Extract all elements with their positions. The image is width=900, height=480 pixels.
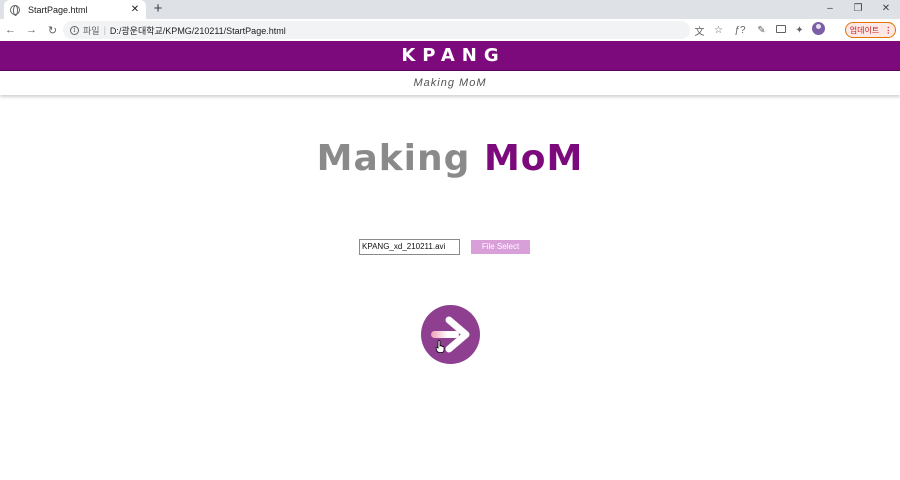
minimize-button[interactable]: –: [816, 0, 844, 19]
browser-tab-strip: StartPage.html ✕ + – ❐ ✕: [0, 0, 900, 19]
address-bar[interactable]: i 파일 | D:/광운대학교/KPMG/210211/StartPage.ht…: [63, 21, 690, 39]
toolbar-icons: 文 ☆ ƒ? ✎ ✦: [690, 21, 828, 39]
hero-title: Making MoM: [0, 138, 900, 179]
close-window-button[interactable]: ✕: [872, 0, 900, 19]
function-icon[interactable]: ƒ?: [728, 25, 752, 36]
arrow-right-icon: [431, 316, 470, 353]
next-button[interactable]: [421, 305, 480, 364]
update-label: 업데이트: [849, 25, 880, 35]
hero-title-word-mom: MoM: [483, 138, 584, 179]
brand-header: KPANG: [0, 41, 900, 71]
forward-button[interactable]: →: [21, 24, 42, 36]
hero-title-word-making: Making: [316, 138, 471, 179]
sub-header: Making MoM: [0, 71, 900, 95]
url-text[interactable]: D:/광운대학교/KPMG/210211/StartPage.html: [110, 24, 286, 37]
extension-box-icon[interactable]: [771, 24, 790, 36]
url-separator: |: [103, 25, 106, 35]
puzzle-icon[interactable]: ✦: [790, 25, 809, 36]
star-icon[interactable]: ☆: [709, 25, 728, 36]
globe-icon: [10, 4, 20, 16]
file-select-button[interactable]: File Select: [471, 240, 530, 254]
window-controls: – ❐ ✕: [816, 0, 900, 19]
browser-toolbar: ← → ↻ i 파일 | D:/광운대학교/KPMG/210211/StartP…: [0, 19, 900, 41]
sub-title: Making MoM: [413, 77, 487, 89]
update-button[interactable]: 업데이트 ⋮: [845, 22, 896, 38]
page-content: KPANG Making MoM Making MoM KPANG_xd_210…: [0, 41, 900, 480]
info-icon[interactable]: i: [70, 25, 79, 35]
more-menu-icon[interactable]: ⋮: [884, 26, 892, 35]
new-tab-button[interactable]: +: [151, 1, 165, 17]
hand-cursor-icon: [435, 340, 445, 353]
pen-extension-icon[interactable]: ✎: [752, 25, 771, 36]
tab-title: StartPage.html: [28, 4, 88, 15]
brand-title: KPANG: [401, 45, 506, 66]
file-name-field[interactable]: KPANG_xd_210211.avi: [359, 239, 460, 255]
translate-icon[interactable]: 文: [690, 23, 709, 38]
browser-tab[interactable]: StartPage.html ✕: [4, 0, 146, 19]
reload-button[interactable]: ↻: [42, 24, 63, 37]
profile-avatar[interactable]: [809, 22, 828, 38]
restore-button[interactable]: ❐: [844, 0, 872, 19]
back-button[interactable]: ←: [0, 24, 21, 36]
tab-close-button[interactable]: ✕: [130, 4, 140, 15]
url-scheme-label: 파일: [83, 25, 100, 36]
